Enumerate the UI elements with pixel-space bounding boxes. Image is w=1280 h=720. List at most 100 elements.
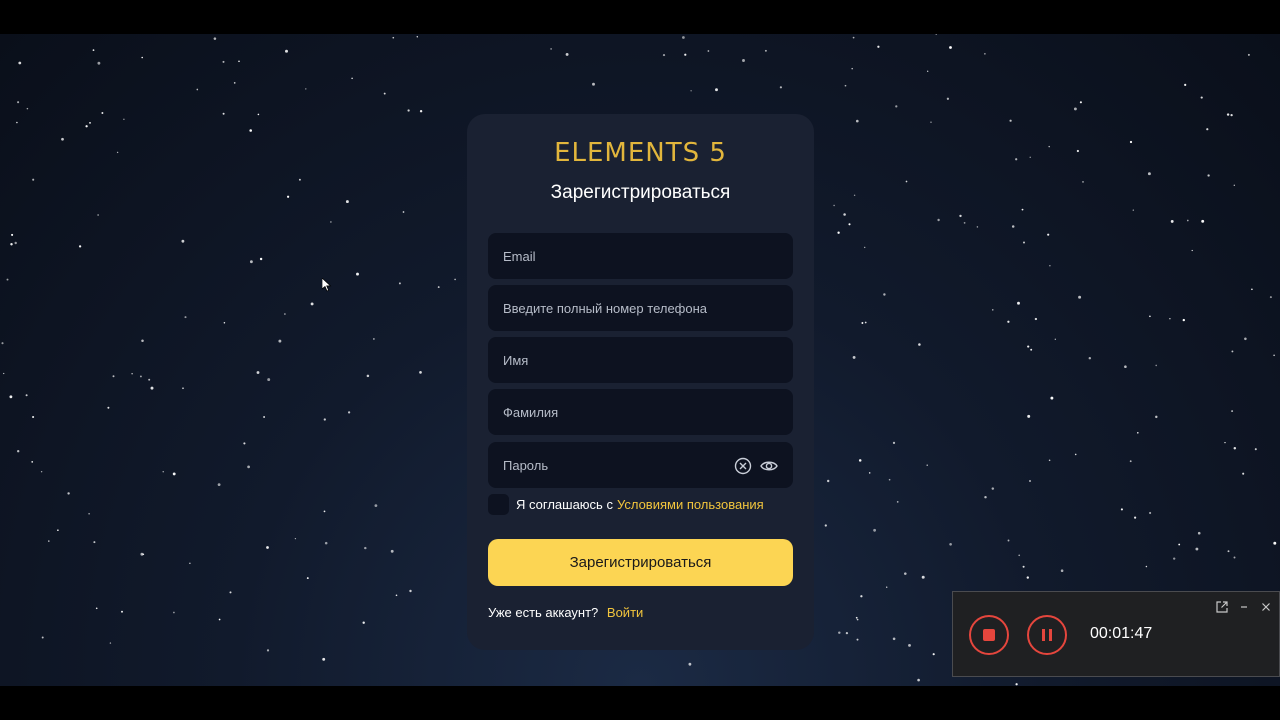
last-name-input[interactable] — [488, 389, 793, 435]
star — [189, 562, 191, 564]
star — [1027, 345, 1030, 348]
minimize-icon[interactable] — [1237, 600, 1251, 614]
star — [398, 282, 401, 285]
star — [362, 621, 365, 624]
star — [864, 246, 866, 249]
star — [905, 180, 908, 183]
star — [918, 343, 921, 346]
agreement-checkbox[interactable] — [488, 493, 509, 515]
star — [140, 552, 144, 556]
first-name-input[interactable] — [488, 337, 793, 383]
terms-link[interactable]: Условиями пользования — [617, 497, 764, 512]
clear-icon[interactable] — [734, 457, 752, 475]
star — [877, 45, 880, 48]
star — [1231, 350, 1234, 353]
star — [852, 355, 856, 359]
star — [1254, 448, 1257, 451]
star — [95, 607, 98, 610]
star — [97, 214, 99, 216]
star — [285, 49, 288, 53]
star — [963, 222, 966, 224]
star — [946, 97, 950, 100]
star — [97, 61, 101, 65]
star — [1273, 541, 1277, 545]
star — [779, 86, 783, 89]
star — [1029, 480, 1031, 482]
star — [14, 241, 17, 245]
star — [921, 575, 925, 579]
star — [249, 260, 253, 264]
star — [324, 541, 328, 545]
phone-input[interactable] — [488, 285, 793, 331]
star — [851, 67, 853, 70]
star — [949, 46, 952, 49]
star — [356, 272, 359, 276]
star — [182, 387, 184, 390]
register-button[interactable]: Зарегистрироваться — [488, 539, 793, 586]
star — [1078, 295, 1082, 299]
star — [1195, 547, 1199, 551]
star — [838, 631, 841, 634]
star — [690, 90, 692, 92]
star — [1170, 219, 1174, 223]
star — [196, 88, 199, 91]
pause-recording-button[interactable] — [1027, 615, 1067, 655]
star — [112, 375, 115, 378]
star — [257, 113, 260, 116]
star — [323, 510, 326, 513]
star — [1200, 96, 1203, 99]
star — [162, 471, 164, 473]
star — [32, 178, 35, 181]
star — [1015, 683, 1018, 686]
star — [61, 137, 64, 141]
star — [89, 122, 91, 124]
star — [93, 541, 96, 544]
star — [1242, 472, 1245, 475]
star — [984, 53, 986, 55]
star — [1007, 320, 1010, 323]
star — [213, 37, 217, 40]
close-icon[interactable] — [1259, 600, 1273, 614]
star — [1247, 53, 1250, 56]
star — [935, 34, 937, 36]
star — [927, 70, 929, 72]
star — [892, 441, 896, 445]
star — [837, 231, 840, 234]
star — [1011, 225, 1015, 228]
star — [419, 109, 423, 113]
star — [1026, 576, 1029, 579]
popout-icon[interactable] — [1215, 600, 1229, 614]
star — [1050, 396, 1054, 400]
star — [263, 416, 266, 418]
star — [57, 529, 59, 531]
star — [1197, 531, 1201, 535]
star — [845, 631, 849, 635]
star — [322, 657, 326, 661]
star — [9, 395, 13, 399]
star — [1273, 354, 1275, 357]
star — [1155, 364, 1157, 367]
star — [1226, 113, 1230, 116]
star — [855, 119, 859, 123]
star — [419, 371, 422, 374]
star — [1132, 209, 1134, 211]
star — [131, 373, 133, 375]
star — [888, 478, 891, 481]
star — [310, 302, 314, 306]
star — [172, 611, 175, 614]
stop-recording-button[interactable] — [969, 615, 1009, 655]
star — [3, 372, 5, 375]
email-input[interactable] — [488, 233, 793, 279]
star — [864, 321, 867, 324]
star — [1251, 288, 1253, 291]
star — [249, 129, 252, 132]
star — [1207, 174, 1210, 177]
star — [895, 105, 898, 108]
eye-icon[interactable] — [760, 457, 778, 475]
login-link[interactable]: Войти — [607, 605, 643, 620]
star — [259, 257, 263, 261]
star — [437, 286, 440, 289]
star — [31, 461, 34, 463]
star — [1233, 446, 1237, 450]
brand-logo: ELEMENTS 5 — [554, 138, 727, 168]
